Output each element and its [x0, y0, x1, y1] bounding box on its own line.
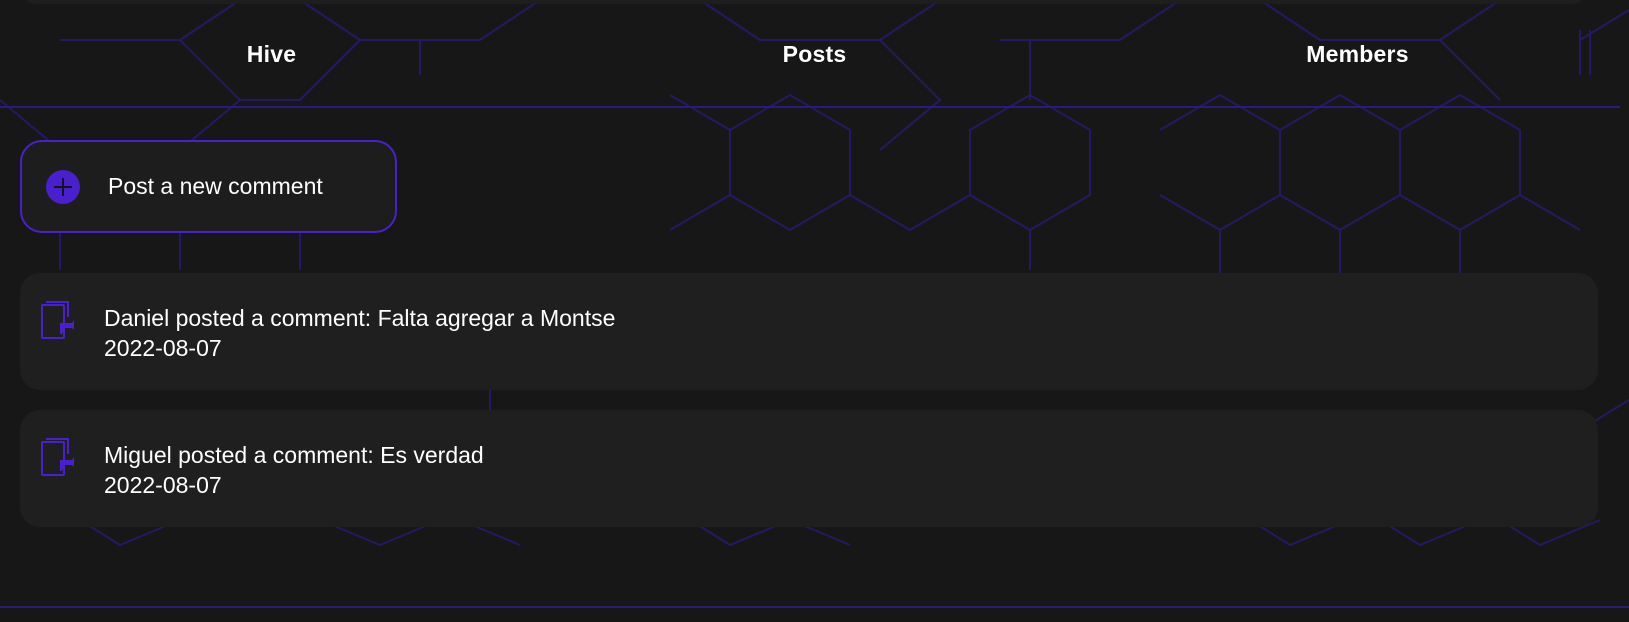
tab-hive[interactable]: Hive [0, 0, 543, 108]
comment-card-icon [41, 301, 74, 339]
comment-summary: Daniel posted a comment: Falta agregar a… [104, 305, 616, 331]
comment-item[interactable]: Miguel posted a comment: Es verdad 2022-… [20, 410, 1598, 527]
comment-body: Miguel posted a comment: Es verdad 2022-… [104, 440, 484, 500]
tab-posts[interactable]: Posts [543, 0, 1086, 108]
post-new-comment-button[interactable]: Post a new comment [20, 140, 397, 233]
app-stage: Hive Posts Members Post a new comment Da… [0, 0, 1629, 622]
plus-circle-icon [46, 169, 80, 204]
bottom-divider [0, 606, 1629, 608]
comment-date: 2022-08-07 [104, 335, 222, 361]
post-new-comment-label: Post a new comment [108, 173, 323, 199]
tab-members[interactable]: Members [1086, 0, 1629, 108]
comment-summary: Miguel posted a comment: Es verdad [104, 442, 484, 468]
comment-card-icon [41, 438, 74, 476]
comment-list: Daniel posted a comment: Falta agregar a… [20, 273, 1598, 547]
comment-date: 2022-08-07 [104, 472, 222, 498]
comment-body: Daniel posted a comment: Falta agregar a… [104, 303, 615, 363]
section-tabs: Hive Posts Members [0, 0, 1629, 108]
comment-item[interactable]: Daniel posted a comment: Falta agregar a… [20, 273, 1598, 390]
tab-divider [0, 106, 1620, 108]
